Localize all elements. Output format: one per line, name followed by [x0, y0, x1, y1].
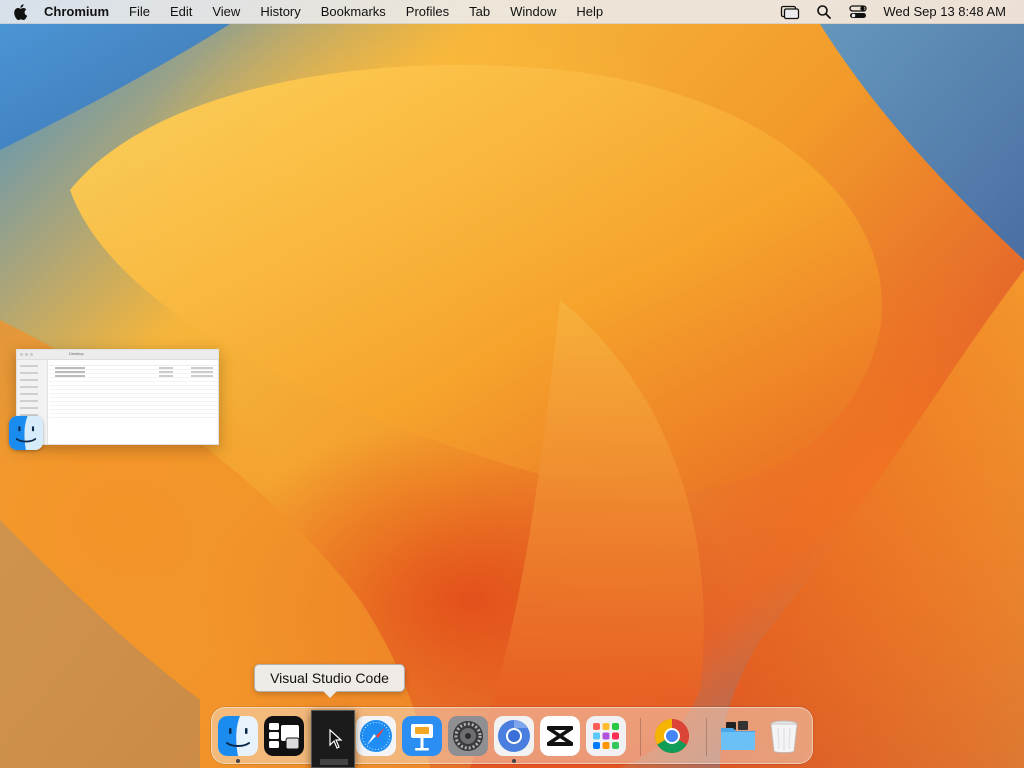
- dock: [211, 707, 813, 764]
- menu-app-name[interactable]: Chromium: [40, 0, 119, 24]
- control-center-icon[interactable]: [841, 0, 875, 24]
- running-indicator: [512, 759, 516, 763]
- dock-item-trash[interactable]: [764, 716, 804, 756]
- menu-file[interactable]: File: [119, 0, 160, 24]
- vscode-card-label: [320, 759, 348, 765]
- finder-icon: [218, 716, 258, 756]
- dock-item-keynote[interactable]: [402, 716, 442, 756]
- launchpad-icon: [586, 716, 626, 756]
- search-icon[interactable]: [807, 0, 841, 24]
- settings-icon: [448, 716, 488, 756]
- apple-menu-icon[interactable]: [0, 3, 40, 20]
- dock-separator: [640, 718, 641, 756]
- dock-item-stage-manager[interactable]: [264, 716, 304, 756]
- folder-icon: [721, 721, 755, 750]
- dock-item-finder[interactable]: [218, 716, 258, 756]
- finder-window-titlebar: Desktop: [17, 350, 218, 360]
- window-controls: [20, 353, 33, 356]
- menu-profiles[interactable]: Profiles: [396, 0, 459, 24]
- screen-mirroring-icon[interactable]: [773, 0, 807, 24]
- menu-edit[interactable]: Edit: [160, 0, 202, 24]
- finder-window-preview[interactable]: Desktop: [16, 349, 219, 445]
- dock-item-safari[interactable]: [356, 716, 396, 756]
- dock-item-launchpad[interactable]: [586, 716, 626, 756]
- running-indicator: [236, 759, 240, 763]
- finder-file-list: [49, 360, 218, 444]
- capcut-icon: [540, 716, 580, 756]
- dock-item-downloads-folder[interactable]: [718, 716, 758, 756]
- menu-history[interactable]: History: [250, 0, 310, 24]
- safari-icon: [356, 716, 396, 756]
- dock-item-system-settings[interactable]: [448, 716, 488, 756]
- menu-window[interactable]: Window: [500, 0, 566, 24]
- chrome-icon: [655, 719, 689, 753]
- keynote-icon: [402, 716, 442, 756]
- dock-item-chromium[interactable]: [494, 716, 534, 756]
- menu-bar: Chromium File Edit View History Bookmark…: [0, 0, 1024, 24]
- dock-item-chrome[interactable]: [652, 716, 692, 756]
- menu-help[interactable]: Help: [566, 0, 613, 24]
- menu-tab[interactable]: Tab: [459, 0, 500, 24]
- dock-item-capcut[interactable]: [540, 716, 580, 756]
- menu-view[interactable]: View: [202, 0, 250, 24]
- menu-bookmarks[interactable]: Bookmarks: [311, 0, 396, 24]
- menubar-clock[interactable]: Wed Sep 13 8:48 AM: [875, 4, 1024, 19]
- chromium-icon: [494, 716, 534, 756]
- finder-icon[interactable]: [9, 416, 43, 450]
- mouse-cursor-icon: [329, 729, 343, 749]
- dock-tooltip: Visual Studio Code: [254, 664, 405, 698]
- status-area: Wed Sep 13 8:48 AM: [773, 0, 1024, 24]
- dock-separator: [706, 718, 707, 756]
- finder-window-title: Desktop: [69, 351, 84, 356]
- stage-manager-icon: [264, 716, 304, 756]
- trash-icon: [770, 720, 798, 753]
